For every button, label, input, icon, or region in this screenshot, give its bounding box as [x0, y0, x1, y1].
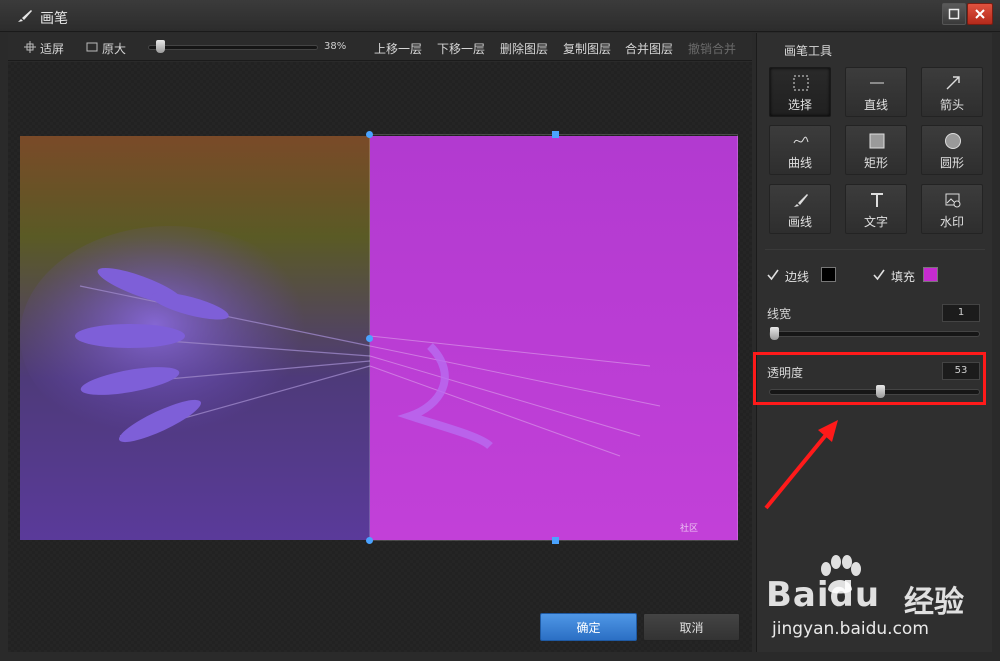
- selection-handle-bottom[interactable]: [552, 537, 559, 544]
- tool-label: 直线: [863, 98, 888, 112]
- image-watermark: 社区: [680, 524, 699, 534]
- zoom-value: 38%: [324, 41, 347, 52]
- maximize-icon: [948, 8, 960, 20]
- tool-label: 文字: [863, 215, 888, 229]
- tool-label: 选择: [787, 98, 812, 112]
- selection-handle-left[interactable]: [366, 335, 373, 342]
- zoom-slider-thumb[interactable]: [156, 40, 165, 53]
- tool-rectangle-button[interactable]: 矩形: [845, 125, 907, 175]
- watermark-icon: [945, 193, 961, 208]
- editor-toolbar: 适屏 原大 38% 上移一层 下移一层 删除图层 复制图层 合并图层 撤销合并: [8, 33, 752, 61]
- line-icon: [870, 82, 884, 84]
- window-title: 画笔: [40, 11, 68, 27]
- copy-layer-button[interactable]: 复制图层: [563, 40, 611, 57]
- tool-arrow-button[interactable]: 箭头: [921, 67, 983, 117]
- curve-icon: [793, 136, 809, 144]
- selection-handle-top[interactable]: [552, 131, 559, 138]
- annotation-arrow-icon: [764, 420, 838, 510]
- checkmark-icon: [873, 269, 885, 281]
- tool-label: 圆形: [939, 156, 964, 170]
- tool-circle-button[interactable]: 圆形: [921, 125, 983, 175]
- fit-screen-button[interactable]: 适屏: [40, 40, 64, 57]
- tool-label: 矩形: [863, 156, 888, 170]
- tool-text-button[interactable]: 文字: [845, 184, 907, 234]
- panel-divider: [765, 249, 985, 250]
- original-size-icon: [86, 42, 98, 52]
- maximize-button[interactable]: [942, 3, 966, 25]
- text-icon: [871, 193, 883, 207]
- tool-curve-button[interactable]: 曲线: [769, 125, 831, 175]
- panel-title: 画笔工具: [784, 44, 833, 58]
- stroke-color-swatch[interactable]: [821, 267, 836, 282]
- cancel-button[interactable]: 取消: [643, 613, 740, 641]
- arrow-icon: [946, 76, 960, 90]
- fill-label: 填充: [891, 270, 916, 284]
- line-width-slider-thumb[interactable]: [770, 327, 779, 340]
- line-width-slider-track[interactable]: [769, 331, 980, 337]
- tool-label: 画线: [787, 215, 812, 229]
- circle-icon: [945, 133, 961, 149]
- lavender-photo-left: [20, 136, 370, 540]
- selection-handle-top-left[interactable]: [366, 131, 373, 138]
- baidu-url: jingyan.baidu.com: [772, 619, 929, 639]
- annotation-highlight-box: [753, 352, 986, 405]
- original-size-button[interactable]: 原大: [102, 40, 126, 57]
- move-down-layer-button[interactable]: 下移一层: [437, 40, 485, 57]
- select-icon: [793, 75, 809, 91]
- baidu-logo-cn: 经验: [904, 585, 964, 620]
- tool-select-button[interactable]: 选择: [769, 67, 831, 117]
- brush-app-icon: [18, 10, 32, 22]
- close-icon: [975, 9, 985, 19]
- close-button[interactable]: [967, 3, 993, 25]
- fit-screen-icon: [24, 41, 36, 53]
- undo-merge-button[interactable]: 撤销合并: [688, 40, 736, 57]
- checkmark-icon: [767, 269, 779, 281]
- baidu-jingyan-watermark: Baidu 经验 jingyan.baidu.com: [766, 555, 996, 655]
- ok-button[interactable]: 确定: [540, 613, 637, 641]
- tool-line-button[interactable]: 直线: [845, 67, 907, 117]
- fill-color-swatch[interactable]: [923, 267, 938, 282]
- merge-layers-button[interactable]: 合并图层: [625, 40, 673, 57]
- tool-brush-button[interactable]: 画线: [769, 184, 831, 234]
- rectangle-icon: [869, 133, 885, 149]
- delete-layer-button[interactable]: 删除图层: [500, 40, 548, 57]
- selection-handle-bottom-left[interactable]: [366, 537, 373, 544]
- stroke-label: 边线: [785, 270, 810, 284]
- line-width-label: 线宽: [767, 307, 792, 321]
- title-bar: 画笔: [0, 0, 1000, 32]
- selection-rectangle[interactable]: [369, 134, 738, 541]
- zoom-slider-track[interactable]: [148, 45, 318, 50]
- tool-label: 箭头: [939, 98, 964, 112]
- tool-label: 曲线: [787, 156, 812, 170]
- brush-icon: [794, 194, 808, 207]
- line-width-input[interactable]: 1: [942, 304, 980, 322]
- tool-watermark-button[interactable]: 水印: [921, 184, 983, 234]
- tool-label: 水印: [939, 215, 964, 229]
- baidu-logo-text: Baidu: [766, 575, 881, 615]
- move-up-layer-button[interactable]: 上移一层: [374, 40, 422, 57]
